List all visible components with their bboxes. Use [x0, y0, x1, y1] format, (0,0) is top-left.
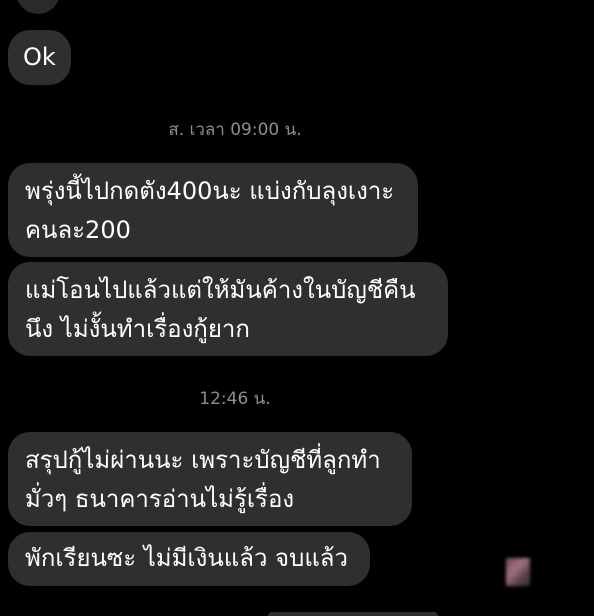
- next-message-edge: [268, 612, 438, 616]
- sender-avatar: [16, 0, 60, 14]
- timestamp-divider: 12:46 น.: [199, 389, 271, 409]
- message-text-line: แม่โอนไปแล้วแต่ให้มันค้างในบัญชีคืน: [25, 276, 416, 304]
- message-bubble-ok[interactable]: Ok: [8, 30, 71, 85]
- timestamp-divider: ส. เวลา 09:00 น.: [168, 120, 302, 140]
- message-bubble[interactable]: พักเรียนซะ ไม่มีเงินแล้ว จบแล้ว: [8, 532, 370, 586]
- message-text-line: คนละ200: [25, 216, 131, 244]
- message-bubble[interactable]: แม่โอนไปแล้วแต่ให้มันค้างในบัญชีคืน นึง …: [8, 262, 448, 356]
- message-bubble[interactable]: สรุปกู้ไม่ผ่านนะ เพราะบัญชีที่ลูกทำ มั่ว…: [8, 432, 412, 526]
- message-bubble[interactable]: พรุ่งนี้ไปกดตัง400นะ แบ่งกับลุงเงาะ คนละ…: [8, 163, 418, 257]
- message-text-line: สรุปกู้ไม่ผ่านนะ เพราะบัญชีที่ลูกทำ: [25, 446, 381, 474]
- message-text-line: มั่วๆ ธนาคารอ่านไม่รู้เรื่อง: [25, 485, 295, 513]
- chat-thread[interactable]: Ok ส. เวลา 09:00 น. พรุ่งนี้ไปกดตัง400นะ…: [0, 0, 594, 616]
- seen-avatar-icon: [506, 558, 530, 586]
- message-text-line: พักเรียนซะ ไม่มีเงินแล้ว จบแล้ว: [25, 544, 348, 572]
- message-text-line: พรุ่งนี้ไปกดตัง400นะ แบ่งกับลุงเงาะ: [25, 177, 395, 205]
- message-text-line: นึง ไม่งั้นทำเรื่องกู้ยาก: [25, 315, 250, 343]
- message-text: Ok: [23, 43, 56, 71]
